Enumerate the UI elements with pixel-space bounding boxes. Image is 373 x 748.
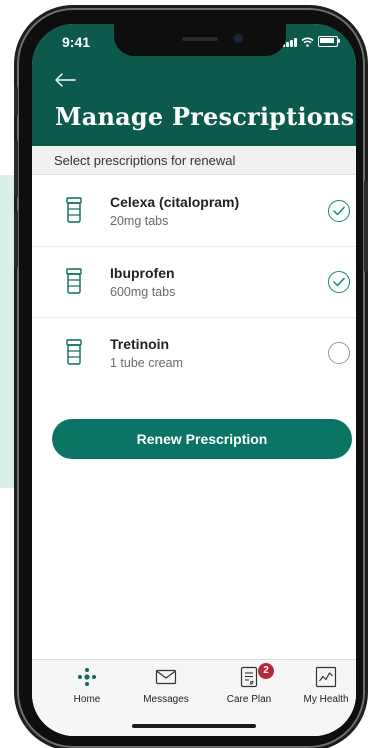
section-subheader: Select prescriptions for renewal — [32, 146, 356, 175]
home-indicator — [132, 724, 256, 728]
status-icons — [282, 36, 340, 47]
stage: 9:41 Manage Prescriptions Select prescri… — [0, 0, 373, 748]
phone-screen: 9:41 Manage Prescriptions Select prescri… — [32, 24, 356, 736]
dots-cluster-icon — [78, 668, 96, 686]
tab-label: Messages — [143, 694, 189, 705]
line-chart-icon — [315, 666, 337, 688]
prescription-list: Celexa (citalopram) 20mg tabs Ibuprofen … — [32, 176, 356, 388]
prescription-row[interactable]: Celexa (citalopram) 20mg tabs — [32, 176, 356, 247]
envelope-icon — [155, 669, 177, 685]
page-title: Manage Prescriptions — [55, 102, 355, 131]
tab-care-plan[interactable]: 2 Care Plan — [214, 663, 284, 705]
care-plan-document-icon — [240, 666, 258, 688]
notification-badge: 2 — [258, 663, 274, 679]
volume-down-button-hw — [14, 210, 18, 268]
prescription-detail: 1 tube cream — [110, 356, 183, 370]
renew-prescription-button[interactable]: Renew Prescription — [52, 419, 352, 459]
wifi-icon — [301, 37, 314, 47]
silent-switch — [14, 86, 18, 116]
pill-bottle-icon — [66, 339, 82, 365]
check-circle-icon[interactable] — [328, 271, 350, 293]
prescription-detail: 600mg tabs — [110, 285, 176, 299]
status-time: 9:41 — [62, 34, 91, 50]
tab-messages[interactable]: Messages — [131, 666, 201, 705]
tab-label: My Health — [303, 694, 349, 705]
tab-my-health[interactable]: My Health — [291, 666, 356, 705]
power-button-hw — [364, 180, 368, 272]
empty-circle-icon[interactable] — [328, 342, 350, 364]
prescription-detail: 20mg tabs — [110, 214, 169, 228]
prescription-name: Tretinoin — [110, 336, 170, 352]
front-camera — [234, 34, 243, 43]
tab-label: Care Plan — [226, 694, 272, 705]
speaker-grille — [182, 37, 218, 41]
tab-label: Home — [73, 694, 101, 705]
prescription-name: Celexa (citalopram) — [110, 194, 240, 210]
prescription-name: Ibuprofen — [110, 265, 175, 281]
arrow-left-icon[interactable] — [54, 72, 76, 88]
volume-up-button-hw — [14, 140, 18, 198]
prescription-row[interactable]: Ibuprofen 600mg tabs — [32, 247, 356, 318]
phone-notch — [114, 24, 286, 56]
check-circle-icon[interactable] — [328, 200, 350, 222]
battery-icon — [318, 36, 340, 47]
pill-bottle-icon — [66, 268, 82, 294]
subheader-text: Select prescriptions for renewal — [54, 153, 236, 168]
prescription-row[interactable]: Tretinoin 1 tube cream — [32, 318, 356, 388]
tab-home[interactable]: Home — [52, 666, 122, 705]
pill-bottle-icon — [66, 197, 82, 223]
